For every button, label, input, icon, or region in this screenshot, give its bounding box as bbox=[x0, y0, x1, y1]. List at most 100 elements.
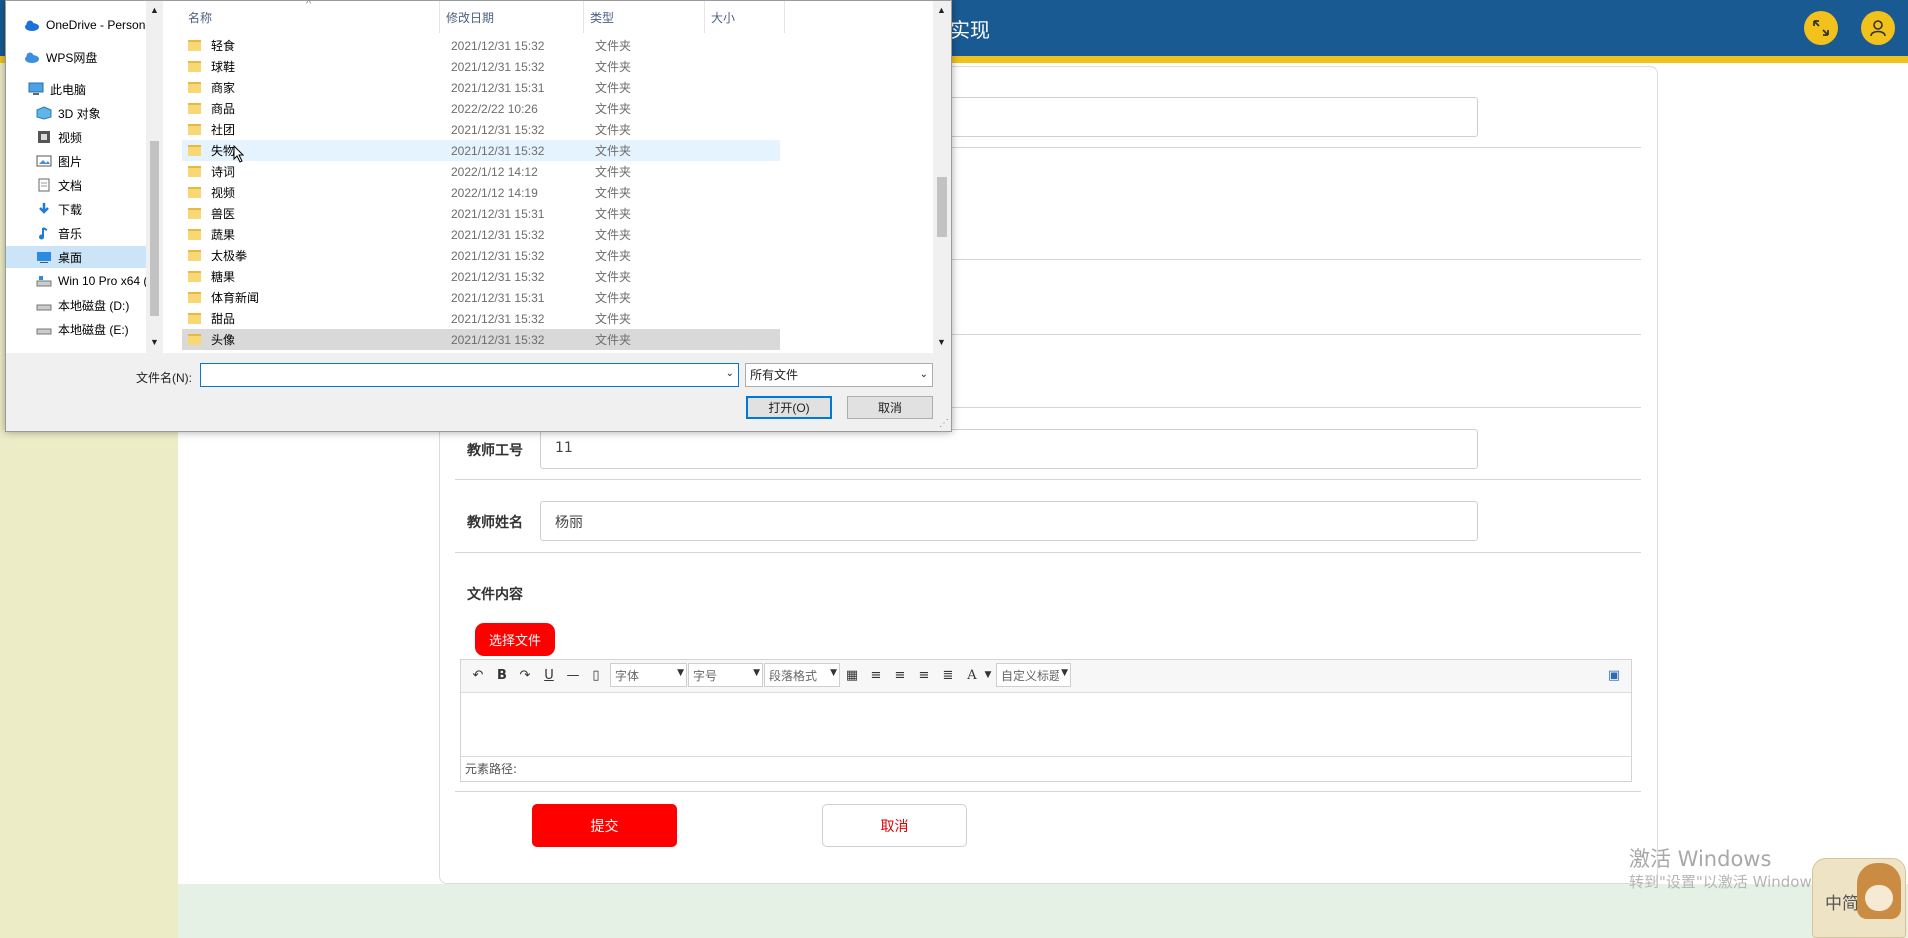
redo-icon[interactable]: ↷ bbox=[516, 666, 534, 684]
file-date: 2021/12/31 15:31 bbox=[451, 206, 545, 221]
horizontal-rule-icon[interactable]: — bbox=[564, 666, 582, 684]
font-size-select[interactable]: 字号 ▼ bbox=[688, 663, 763, 687]
file-row[interactable]: 体育新闻 2021/12/31 15:31 文件夹 bbox=[182, 287, 780, 308]
cancel-button[interactable]: 取消 bbox=[822, 804, 967, 847]
file-type: 文件夹 bbox=[595, 165, 632, 179]
computer-icon bbox=[28, 82, 44, 95]
file-name: 社团 bbox=[211, 123, 236, 137]
file-row[interactable]: 商品 2022/2/22 10:26 文件夹 bbox=[182, 98, 780, 119]
file-row[interactable]: 糖果 2021/12/31 15:32 文件夹 bbox=[182, 266, 780, 287]
file-row[interactable]: 轻食 2021/12/31 15:32 文件夹 bbox=[182, 35, 780, 56]
file-row[interactable]: 商家 2021/12/31 15:31 文件夹 bbox=[182, 77, 780, 98]
align-justify-icon[interactable]: ≣ bbox=[939, 666, 957, 684]
file-scroll-thumb[interactable] bbox=[937, 177, 947, 237]
file-row[interactable]: 头像 2021/12/31 15:32 文件夹 bbox=[182, 329, 780, 350]
align-right-icon[interactable]: ≡ bbox=[891, 666, 909, 684]
column-header-type[interactable]: 类型 bbox=[584, 1, 705, 33]
fullscreen-editor-icon[interactable]: ▣ bbox=[1605, 666, 1623, 684]
ime-widget[interactable]: 中简 bbox=[1812, 858, 1906, 938]
file-type: 文件夹 bbox=[595, 228, 632, 242]
user-button[interactable] bbox=[1861, 11, 1895, 45]
submit-button[interactable]: 提交 bbox=[532, 804, 677, 847]
align-center-icon[interactable]: ≡ bbox=[915, 666, 933, 684]
file-type: 文件夹 bbox=[595, 39, 632, 53]
nav-item-onedrive[interactable]: OneDrive - Personal bbox=[24, 14, 164, 36]
file-row[interactable]: 诗词 2022/1/12 14:12 文件夹 bbox=[182, 161, 780, 182]
filename-input[interactable]: ⌄ bbox=[200, 363, 739, 387]
table-icon[interactable]: ▦ bbox=[843, 666, 861, 684]
shiba-mascot-icon bbox=[1857, 863, 1901, 919]
file-row[interactable]: 太极拳 2021/12/31 15:32 文件夹 bbox=[182, 245, 780, 266]
align-left-icon[interactable]: ≡ bbox=[867, 666, 885, 684]
custom-title-select[interactable]: 自定义标题 ▼ bbox=[996, 663, 1071, 687]
folder-icon bbox=[188, 334, 201, 345]
nav-item-desktop[interactable]: 桌面 bbox=[6, 246, 146, 268]
file-row[interactable]: 兽医 2021/12/31 15:31 文件夹 bbox=[182, 203, 780, 224]
underline-icon[interactable]: U bbox=[540, 666, 558, 684]
dialog-cancel-button[interactable]: 取消 bbox=[847, 396, 933, 419]
file-date: 2021/12/31 15:32 bbox=[451, 38, 545, 53]
choose-file-button[interactable]: 选择文件 bbox=[475, 623, 555, 656]
file-row[interactable]: 失物 2021/12/31 15:32 文件夹 bbox=[182, 140, 780, 161]
folder-icon bbox=[188, 187, 201, 198]
open-button[interactable]: 打开(O) bbox=[746, 396, 832, 419]
editor-content-area[interactable] bbox=[461, 693, 1631, 755]
file-type-select[interactable]: 所有文件 ⌄ bbox=[745, 363, 933, 387]
nav-scrollbar[interactable]: ▲ ▼ bbox=[146, 1, 163, 353]
drive-icon bbox=[36, 276, 52, 287]
folder-icon bbox=[188, 40, 201, 51]
file-date: 2021/12/31 15:32 bbox=[451, 269, 545, 284]
video-icon bbox=[38, 131, 50, 143]
nav-label: 文档 bbox=[58, 178, 83, 193]
paragraph-select[interactable]: 段落格式 ▼ bbox=[764, 663, 840, 687]
sort-up-icon: ^ bbox=[306, 0, 312, 10]
file-type-value: 所有文件 bbox=[750, 368, 799, 382]
nav-label: 桌面 bbox=[58, 250, 83, 265]
font-family-label: 字体 bbox=[615, 668, 640, 683]
drive-icon bbox=[36, 304, 52, 311]
file-row[interactable]: 球鞋 2021/12/31 15:32 文件夹 bbox=[182, 56, 780, 77]
file-row[interactable]: 社团 2021/12/31 15:32 文件夹 bbox=[182, 119, 780, 140]
file-list-scrollbar[interactable]: ▲ ▼ bbox=[933, 1, 950, 353]
folder-icon bbox=[188, 271, 201, 282]
divider bbox=[455, 479, 1641, 480]
column-header-date[interactable]: 修改日期 bbox=[440, 1, 584, 33]
teacher-name-label: 教师姓名 bbox=[467, 515, 523, 531]
file-row[interactable]: 蔬果 2021/12/31 15:32 文件夹 bbox=[182, 224, 780, 245]
teacher-id-input[interactable]: 11 bbox=[540, 429, 1478, 469]
nav-label: OneDrive - Personal bbox=[46, 18, 155, 32]
resize-grip-icon[interactable]: ⋰ bbox=[939, 418, 949, 429]
file-row[interactable]: 甜品 2021/12/31 15:32 文件夹 bbox=[182, 308, 780, 329]
file-type: 文件夹 bbox=[595, 312, 632, 326]
font-family-select[interactable]: 字体 ▼ bbox=[610, 663, 687, 687]
file-type: 文件夹 bbox=[595, 207, 632, 221]
chevron-down-icon[interactable]: ⌄ bbox=[726, 368, 734, 379]
teacher-id-value: 11 bbox=[555, 440, 573, 456]
fullscreen-button[interactable] bbox=[1804, 11, 1838, 45]
nav-scroll-thumb[interactable] bbox=[150, 141, 159, 316]
dropdown-arrow-icon[interactable]: ▼ bbox=[979, 666, 997, 684]
nav-item-wps[interactable]: WPS网盘 bbox=[24, 46, 164, 68]
file-row[interactable]: 视频 2022/1/12 14:19 文件夹 bbox=[182, 182, 780, 203]
file-name: 甜品 bbox=[211, 312, 236, 326]
file-date: 2022/2/22 10:26 bbox=[451, 101, 538, 116]
file-type: 文件夹 bbox=[595, 81, 632, 95]
download-icon bbox=[39, 203, 49, 214]
folder-icon bbox=[188, 103, 201, 114]
scroll-up-icon[interactable]: ▲ bbox=[150, 5, 159, 15]
nav-label: 图片 bbox=[58, 154, 83, 169]
file-name: 头像 bbox=[211, 333, 236, 347]
teacher-name-input[interactable]: 杨丽 bbox=[540, 501, 1478, 541]
scroll-up-icon[interactable]: ▲ bbox=[937, 5, 946, 15]
column-header-size[interactable]: 大小 bbox=[705, 1, 785, 33]
file-type: 文件夹 bbox=[595, 144, 632, 158]
scroll-down-icon[interactable]: ▼ bbox=[150, 337, 159, 347]
undo-icon[interactable]: ↶ bbox=[469, 666, 487, 684]
bold-icon[interactable]: B bbox=[493, 666, 511, 684]
folder-icon bbox=[188, 229, 201, 240]
file-type: 文件夹 bbox=[595, 249, 632, 263]
scroll-down-icon[interactable]: ▼ bbox=[937, 337, 946, 347]
paste-icon[interactable]: ▯ bbox=[587, 666, 605, 684]
folder-icon bbox=[188, 82, 201, 93]
folder-icon bbox=[188, 124, 201, 135]
